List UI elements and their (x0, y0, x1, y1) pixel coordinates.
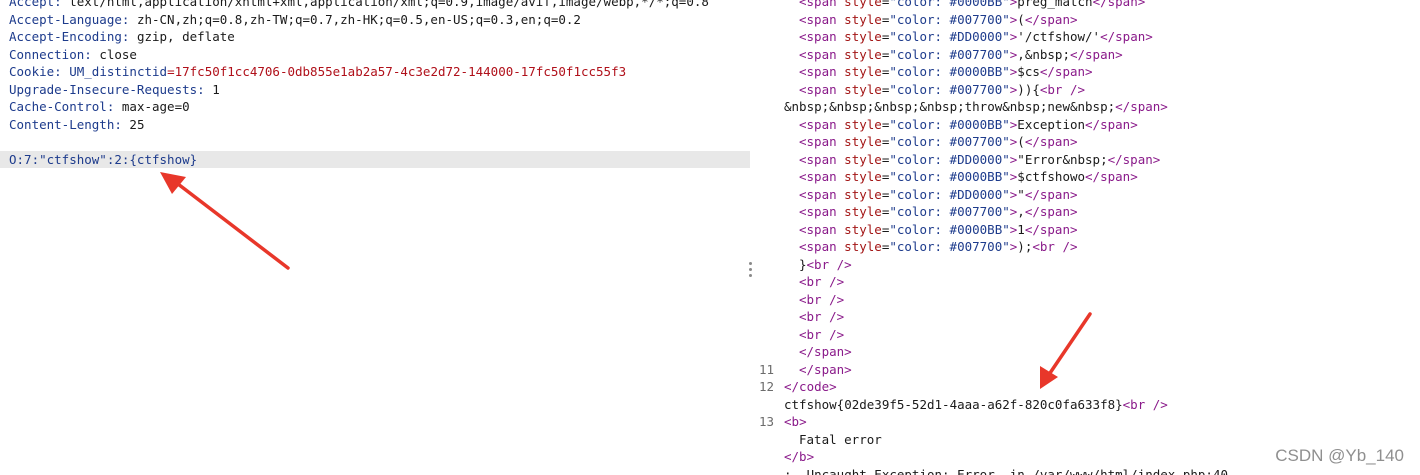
annotation-arrows (160, 172, 1092, 389)
red-arrow-icon-response (1040, 312, 1092, 389)
csdn-watermark: CSDN @Yb_140 (1275, 446, 1404, 465)
red-arrow-icon-request (160, 172, 290, 270)
